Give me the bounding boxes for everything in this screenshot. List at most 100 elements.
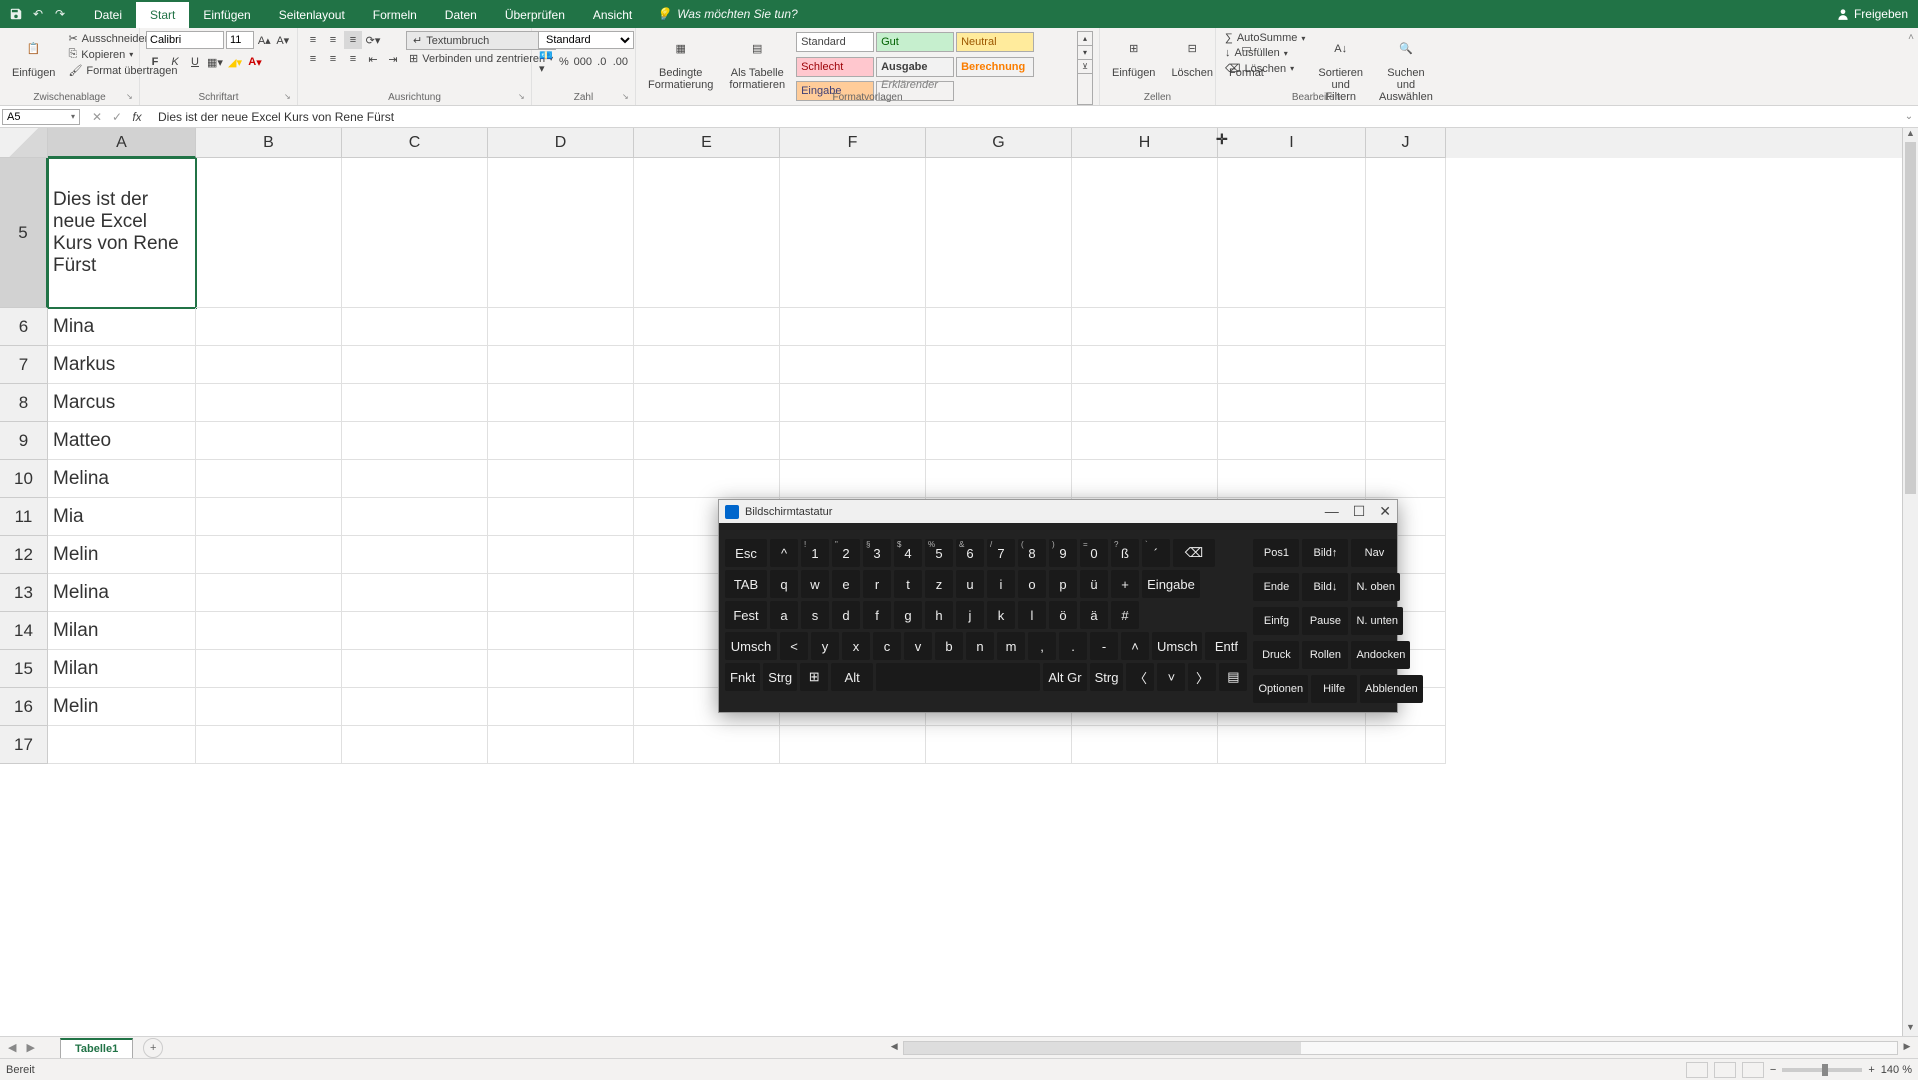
row-header[interactable]: 17: [0, 726, 48, 764]
cell[interactable]: [196, 158, 342, 308]
cell[interactable]: [488, 346, 634, 384]
view-normal-button[interactable]: [1686, 1062, 1708, 1078]
formula-bar-input[interactable]: Dies ist der neue Excel Kurs von Rene Fü…: [152, 108, 1900, 126]
osk-key[interactable]: y: [811, 632, 839, 660]
style-neutral[interactable]: Neutral: [956, 32, 1034, 52]
osk-key[interactable]: q: [770, 570, 798, 598]
osk-key[interactable]: m: [997, 632, 1025, 660]
cancel-formula-icon[interactable]: ✕: [88, 110, 106, 124]
column-header-F[interactable]: F: [780, 128, 926, 158]
row-header[interactable]: 9: [0, 422, 48, 460]
inc-decimal-button[interactable]: .0: [594, 53, 610, 71]
osk-key[interactable]: Fnkt: [725, 663, 760, 691]
osk-key[interactable]: N. unten: [1351, 607, 1403, 635]
indent-inc-button[interactable]: ⇥: [384, 50, 402, 68]
cell[interactable]: [1218, 308, 1366, 346]
row-header[interactable]: 6: [0, 308, 48, 346]
vertical-scrollbar[interactable]: ▲ ▼: [1902, 128, 1918, 1036]
column-resize-cursor-icon[interactable]: ✛: [1216, 131, 1230, 145]
cell[interactable]: [488, 308, 634, 346]
osk-key[interactable]: Optionen: [1253, 675, 1308, 703]
osk-key[interactable]: 0=: [1080, 539, 1108, 567]
osk-key[interactable]: Pos1: [1253, 539, 1299, 567]
cell[interactable]: [926, 308, 1072, 346]
cell[interactable]: [196, 498, 342, 536]
sheet-tab-tabelle1[interactable]: Tabelle1: [60, 1038, 133, 1058]
cell[interactable]: [196, 574, 342, 612]
cell[interactable]: [926, 460, 1072, 498]
osk-key[interactable]: ,: [1028, 632, 1056, 660]
indent-dec-button[interactable]: ⇤: [364, 50, 382, 68]
column-header-C[interactable]: C: [342, 128, 488, 158]
osk-key[interactable]: ä: [1080, 601, 1108, 629]
cell[interactable]: [926, 726, 1072, 764]
osk-key[interactable]: TAB: [725, 570, 767, 598]
osk-key[interactable]: z: [925, 570, 953, 598]
cell[interactable]: Mia: [48, 498, 196, 536]
cell[interactable]: Melin: [48, 688, 196, 726]
osk-key[interactable]: Entf: [1205, 632, 1247, 660]
cell[interactable]: Melin: [48, 536, 196, 574]
add-sheet-button[interactable]: +: [143, 1038, 163, 1058]
osk-key[interactable]: Alt Gr: [1043, 663, 1086, 691]
osk-key[interactable]: Druck: [1253, 641, 1299, 669]
percent-button[interactable]: %: [556, 53, 572, 71]
cell[interactable]: [196, 384, 342, 422]
cell[interactable]: [342, 688, 488, 726]
style-schlecht[interactable]: Schlecht: [796, 57, 874, 77]
osk-key[interactable]: 8(: [1018, 539, 1046, 567]
font-color-button[interactable]: A▾: [246, 53, 264, 71]
redo-icon[interactable]: ↷: [52, 6, 68, 22]
zoom-out-button[interactable]: −: [1770, 1064, 1776, 1076]
cell[interactable]: [1366, 346, 1446, 384]
zoom-level[interactable]: 140 %: [1881, 1064, 1912, 1076]
number-format-select[interactable]: Standard: [538, 31, 634, 49]
chevron-down-icon[interactable]: ▾: [71, 112, 75, 121]
osk-key[interactable]: p: [1049, 570, 1077, 598]
osk-key[interactable]: [876, 663, 1040, 691]
cell[interactable]: [488, 422, 634, 460]
cell[interactable]: [780, 460, 926, 498]
bold-button[interactable]: F: [146, 53, 164, 71]
cell[interactable]: Mina: [48, 308, 196, 346]
row-header[interactable]: 8: [0, 384, 48, 422]
align-middle-button[interactable]: ≡: [324, 31, 342, 49]
osk-key[interactable]: Strg: [763, 663, 797, 691]
row-header[interactable]: 13: [0, 574, 48, 612]
cell[interactable]: [342, 574, 488, 612]
cell[interactable]: [48, 726, 196, 764]
cell[interactable]: [488, 688, 634, 726]
expand-formula-icon[interactable]: ⌄: [1900, 111, 1918, 122]
cell[interactable]: [342, 422, 488, 460]
osk-key[interactable]: Pause: [1302, 607, 1348, 635]
osk-key[interactable]: t: [894, 570, 922, 598]
osk-key[interactable]: j: [956, 601, 984, 629]
name-box[interactable]: A5▾: [2, 109, 80, 125]
osk-key[interactable]: ß?: [1111, 539, 1139, 567]
osk-key[interactable]: o: [1018, 570, 1046, 598]
osk-key[interactable]: i: [987, 570, 1015, 598]
osk-key[interactable]: Umsch: [1152, 632, 1202, 660]
font-name-select[interactable]: [146, 31, 224, 49]
osk-key[interactable]: N. oben: [1351, 573, 1400, 601]
osk-key[interactable]: w: [801, 570, 829, 598]
orientation-button[interactable]: ⟳▾: [364, 31, 382, 49]
undo-icon[interactable]: ↶: [30, 6, 46, 22]
cell[interactable]: [342, 384, 488, 422]
column-header-J[interactable]: J: [1366, 128, 1446, 158]
osk-key[interactable]: s: [801, 601, 829, 629]
row-header[interactable]: 14: [0, 612, 48, 650]
osk-key[interactable]: x: [842, 632, 870, 660]
osk-key[interactable]: v: [904, 632, 932, 660]
osk-key[interactable]: #: [1111, 601, 1139, 629]
column-header-D[interactable]: D: [488, 128, 634, 158]
osk-key[interactable]: ⌫: [1173, 539, 1215, 567]
cell[interactable]: [926, 384, 1072, 422]
cell[interactable]: [1072, 384, 1218, 422]
tell-me-search[interactable]: 💡 Was möchten Sie tun?: [656, 7, 797, 21]
osk-key[interactable]: Einfg: [1253, 607, 1299, 635]
cell[interactable]: [342, 158, 488, 308]
fill-button[interactable]: ↓Ausfüllen▾: [1222, 46, 1308, 60]
cell[interactable]: [634, 460, 780, 498]
cell[interactable]: [634, 726, 780, 764]
